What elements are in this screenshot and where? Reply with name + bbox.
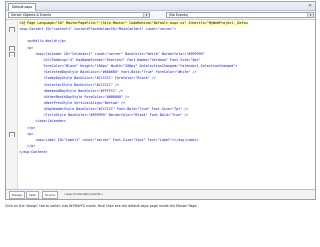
object-selector-value: Server Objects & Events <box>11 13 52 17</box>
document-tab[interactable]: Default.aspx <box>8 3 37 11</box>
selector-bar: Server Objects & Events ▾ (No Events) ▾ <box>6 11 315 20</box>
editor-window: Default.aspx ✕ Server Objects & Events ▾… <box>5 1 316 200</box>
event-selector[interactable]: (No Events) ▾ <box>166 12 314 18</box>
chevron-down-icon[interactable]: ▾ <box>143 13 149 17</box>
document-tab-bar: Default.aspx ✕ <box>6 2 315 11</box>
code-editor[interactable]: <%@ Page Language="C#" MasterPageFile="~… <box>6 20 315 190</box>
object-selector[interactable]: Server Objects & Events ▾ <box>8 12 150 18</box>
code-line[interactable]: </asp:Content> <box>6 149 315 155</box>
close-icon[interactable]: ✕ <box>307 3 313 9</box>
split-view-button[interactable]: Split <box>26 191 39 199</box>
view-status-bar: Design Split Source <asp:Content#content… <box>6 189 315 199</box>
code-line-text: </asp:Content> <box>19 150 48 155</box>
tag-breadcrumb[interactable]: <asp:Content#content1> <box>64 191 103 197</box>
chevron-down-icon[interactable]: ▾ <box>307 13 313 17</box>
design-view-button[interactable]: Design <box>9 191 26 199</box>
event-selector-value: (No Events) <box>169 13 189 17</box>
caption-text: Click on the 'design' tab to switch into… <box>5 204 198 208</box>
source-view-button[interactable]: Source <box>42 191 59 199</box>
document-tab-title: Default.aspx <box>12 5 33 9</box>
